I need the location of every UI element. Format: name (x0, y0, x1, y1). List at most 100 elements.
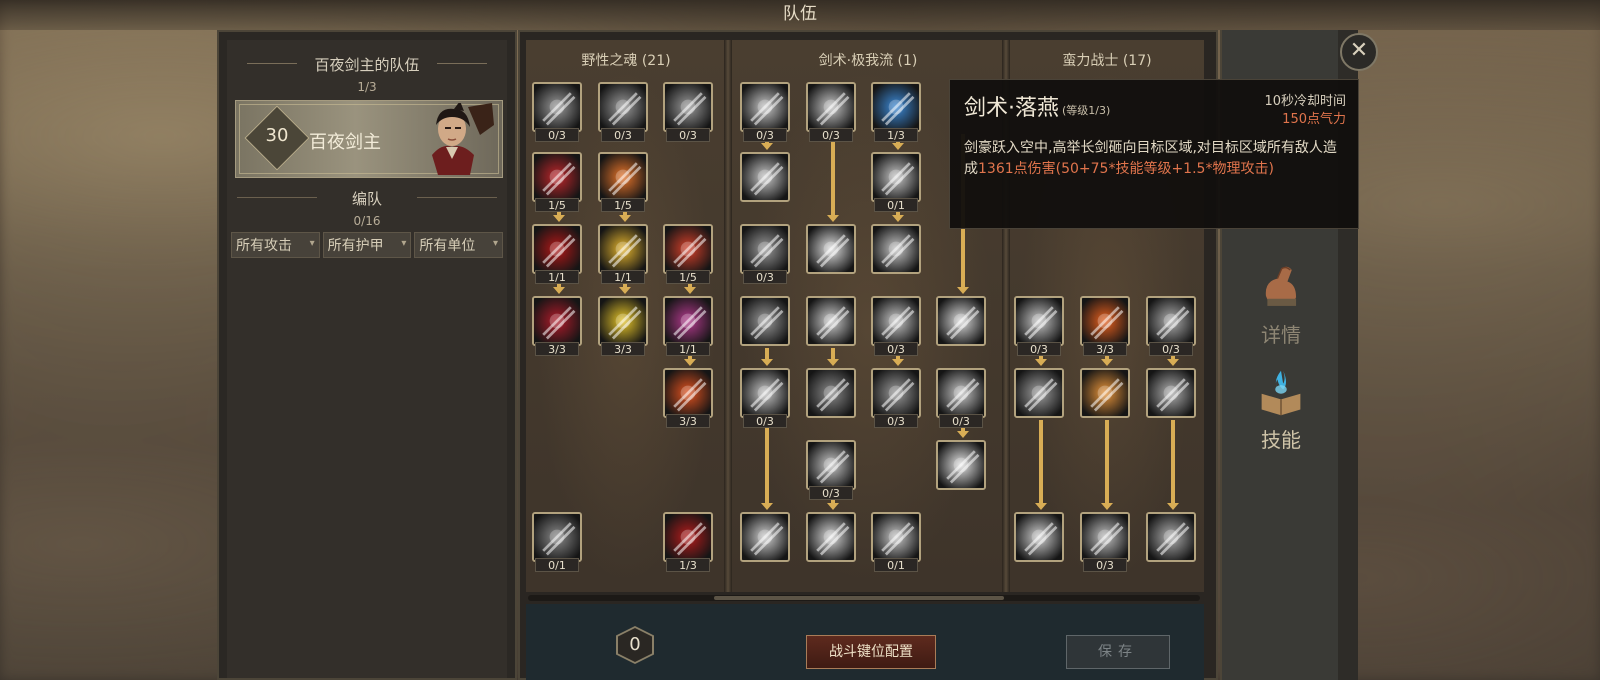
hero-level: 30 (265, 125, 289, 146)
team-panel: 百夜剑主的队伍 1/3 30 百夜剑主 编队 0/16 所有攻击 ▾ 所有护甲 … (217, 30, 517, 680)
horizontal-scrollbar[interactable] (528, 595, 1200, 601)
team-panel-inner: 百夜剑主的队伍 1/3 30 百夜剑主 编队 0/16 所有攻击 ▾ 所有护甲 … (227, 40, 507, 678)
skill-link-arrow (761, 359, 773, 366)
filter-attack-label: 所有攻击 (236, 238, 292, 254)
skill-link-arrow (1167, 359, 1179, 366)
close-icon[interactable]: ✕ (1340, 33, 1378, 71)
tab-skills[interactable]: 技能 (1232, 365, 1330, 457)
blood-hand-icon[interactable] (532, 224, 582, 274)
tab-details[interactable]: 详情 (1232, 260, 1330, 352)
fire-spiral-icon[interactable] (663, 368, 713, 418)
slash-wave-icon[interactable] (1014, 512, 1064, 562)
war-cry-icon[interactable] (1146, 512, 1196, 562)
skill-link-arrow (957, 431, 969, 438)
filter-unit-dropdown[interactable]: 所有单位 ▾ (414, 232, 504, 258)
chevron-down-icon: ▾ (492, 238, 499, 249)
vortex-icon[interactable] (806, 368, 856, 418)
radiant-sword-icon[interactable] (806, 512, 856, 562)
spin-blade-icon[interactable] (740, 512, 790, 562)
skill-tooltip: 剑术·落燕 (等级1/3) 10秒冷却时间 150点气力 剑豪跃入空中,高举长剑… (949, 79, 1359, 229)
chevron-down-icon: ▾ (309, 238, 315, 249)
keybind-config-button[interactable]: 战斗键位配置 (806, 635, 936, 669)
sword-slash-icon[interactable] (740, 152, 790, 202)
war-hammer-icon[interactable] (1146, 368, 1196, 418)
skill-link-arrow (684, 359, 696, 366)
tooltip-cooldown: 10秒冷却时间 (1264, 94, 1346, 109)
tooltip-skill-name: 剑术·落燕 (964, 96, 1059, 121)
skill-link-arrow (619, 287, 631, 294)
skill-level-badge: 0/3 (743, 414, 787, 428)
flaming-sword-icon[interactable] (1080, 368, 1130, 418)
chevron-down-icon: ▾ (401, 238, 407, 249)
skill-level-badge: 0/3 (1017, 342, 1061, 356)
demon-mask-icon[interactable] (740, 296, 790, 346)
skill-level-badge: 0/3 (743, 128, 787, 142)
blade-fan-icon[interactable] (740, 82, 790, 132)
paw-print-icon[interactable] (663, 82, 713, 132)
heart-icon[interactable] (936, 296, 986, 346)
skill-level-badge: 0/3 (1083, 558, 1127, 572)
shadow-burst-icon[interactable] (532, 82, 582, 132)
filter-armor-dropdown[interactable]: 所有护甲 ▾ (322, 232, 412, 258)
flame-wing-icon[interactable] (598, 152, 648, 202)
skill-link-arrow (619, 215, 631, 222)
skill-link-arrow (892, 215, 904, 222)
golden-whirl-icon[interactable] (598, 224, 648, 274)
skill-link-arrow (553, 287, 565, 294)
skill-link-arrow (1035, 359, 1047, 366)
skill-link-arrow (684, 287, 696, 294)
armored-warrior-icon[interactable] (740, 224, 790, 274)
star-burst-icon[interactable] (806, 224, 856, 274)
charge-rush-icon[interactable] (1080, 512, 1130, 562)
crescent-slash-icon[interactable] (936, 368, 986, 418)
fire-dragon-icon[interactable] (663, 224, 713, 274)
team-count: 1/3 (357, 80, 377, 94)
downward-blade-icon[interactable] (740, 368, 790, 418)
crossed-swords-icon[interactable] (871, 512, 921, 562)
filter-attack-dropdown[interactable]: 所有攻击 ▾ (231, 232, 320, 258)
triple-slash-icon[interactable] (871, 296, 921, 346)
column-header-brute-warrior: 蛮力战士 (17) (1062, 53, 1152, 69)
claw-strike-icon[interactable] (598, 82, 648, 132)
sword-thrust-icon[interactable] (806, 82, 856, 132)
ice-crystal-icon[interactable] (871, 82, 921, 132)
light-burst-icon[interactable] (936, 440, 986, 490)
purple-demon-icon[interactable] (663, 296, 713, 346)
scrollbar-thumb[interactable] (714, 596, 1004, 600)
skill-level-badge: 0/3 (874, 342, 918, 356)
tooltip-cost: 150点气力 (1282, 112, 1346, 127)
skill-level-badge: 0/1 (874, 198, 918, 212)
saw-blade-icon[interactable] (1146, 296, 1196, 346)
skill-level-badge: 0/1 (535, 558, 579, 572)
fire-blade-icon[interactable] (1080, 296, 1130, 346)
blood-splat-icon[interactable] (532, 296, 582, 346)
dagger-drop-icon[interactable] (806, 440, 856, 490)
hero-card[interactable]: 30 百夜剑主 (235, 100, 503, 178)
tooltip-description: 剑豪跃入空中,高举长剑砸向目标区域,对目标区域所有敌人造成1361点伤害(50+… (964, 138, 1349, 180)
flexed-arm-icon (1265, 266, 1297, 306)
spirit-face-icon[interactable] (871, 224, 921, 274)
save-button[interactable]: 保存 (1066, 635, 1170, 669)
skull-smash-icon[interactable] (1014, 368, 1064, 418)
skill-level-badge: 0/1 (874, 558, 918, 572)
golden-coil-icon[interactable] (598, 296, 648, 346)
skill-link-line (765, 420, 769, 504)
skill-level-badge: 0/3 (743, 270, 787, 284)
tooltip-skill-level: (等级1/3) (1062, 104, 1111, 117)
skill-level-badge: 1/5 (601, 198, 645, 212)
tooltip-damage-formula: 1361点伤害(50+75*技能等级+1.5*物理攻击) (978, 161, 1274, 177)
sword-eye-icon[interactable] (871, 152, 921, 202)
window-title: 队伍 (0, 0, 1600, 30)
filter-row: 所有攻击 ▾ 所有护甲 ▾ 所有单位 ▾ (231, 232, 504, 258)
beast-silhouette-icon[interactable] (532, 512, 582, 562)
wind-slash-icon[interactable] (1014, 296, 1064, 346)
skill-link-arrow (1167, 503, 1179, 510)
crimson-slash-icon[interactable] (663, 512, 713, 562)
skill-level-badge: 1/5 (535, 198, 579, 212)
fist-icon[interactable] (871, 368, 921, 418)
cross-slash-icon[interactable] (806, 296, 856, 346)
spider-web-icon[interactable] (532, 152, 582, 202)
skill-link-arrow (553, 215, 565, 222)
skill-level-badge: 0/3 (809, 486, 853, 500)
skill-level-badge: 3/3 (1083, 342, 1127, 356)
